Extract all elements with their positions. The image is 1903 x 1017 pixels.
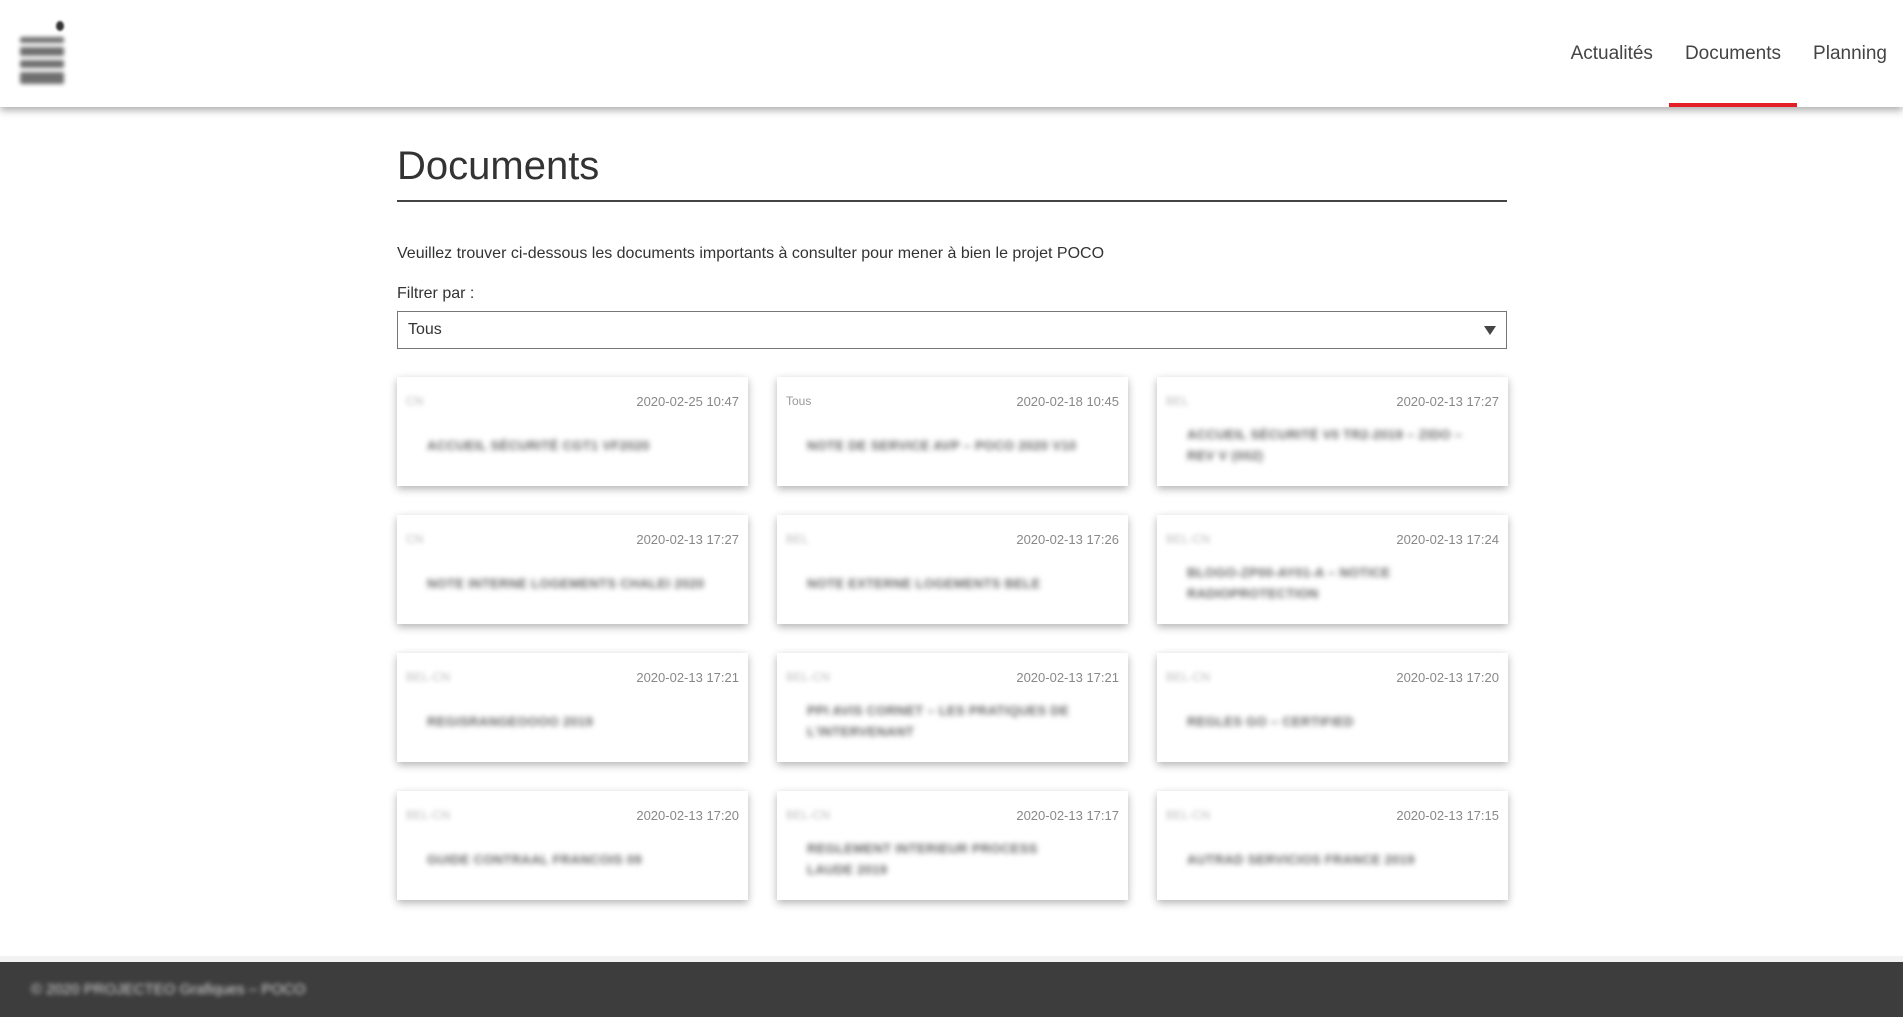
site-header: Actualités Documents Planning [0, 0, 1903, 107]
document-title[interactable]: ACCUEIL SÉCURITÉ V0 TR2-2019 – ZIDO – RE… [1187, 421, 1467, 469]
document-date: 2020-02-13 17:27 [636, 532, 739, 547]
document-date: 2020-02-13 17:24 [1396, 532, 1499, 547]
document-category: BEL-CN [1166, 670, 1211, 684]
document-card[interactable]: BEL-CN 2020-02-13 17:17 REGLEMENT INTERI… [777, 791, 1128, 900]
document-title[interactable]: NOTE DE SERVICE AVP – POCO 2020 V10 [807, 421, 1087, 469]
document-title[interactable]: REGLEMENT INTERIEUR PROCESS LAUDE 2019 [807, 835, 1087, 883]
filter-select[interactable]: Tous [397, 311, 1507, 349]
filter-selected-value: Tous [408, 321, 442, 338]
document-category: Tous [786, 394, 812, 408]
document-category: BEL-CN [406, 808, 451, 822]
document-category: BEL-CN [1166, 532, 1211, 546]
document-category: BEL [1166, 394, 1189, 408]
document-card[interactable]: BEL-CN 2020-02-13 17:21 PPI AVIS CORNET … [777, 653, 1128, 762]
document-date: 2020-02-13 17:21 [1016, 670, 1119, 685]
document-card[interactable]: CN 2020-02-13 17:27 NOTE INTERNE LOGEMEN… [397, 515, 748, 624]
document-title[interactable]: REGISRANGEOOOO 2019 [427, 697, 707, 745]
document-date: 2020-02-18 10:45 [1016, 394, 1119, 409]
document-card[interactable]: BEL 2020-02-13 17:26 NOTE EXTERNE LOGEME… [777, 515, 1128, 624]
document-title[interactable]: BLOGO-ZP00-AY01-A – NOTICE RADIOPROTECTI… [1187, 559, 1467, 607]
document-title[interactable]: REGLES GO – CERTIFIED [1187, 697, 1467, 745]
document-date: 2020-02-25 10:47 [636, 394, 739, 409]
footer-copyright: © 2020 PROJECTEO Grafiques – POCO [31, 981, 306, 998]
nav-item-planning[interactable]: Planning [1797, 0, 1903, 107]
document-title[interactable]: PPI AVIS CORNET – LES PRATIQUES DE L'INT… [807, 697, 1087, 745]
document-title[interactable]: NOTE INTERNE LOGEMENTS CHALEI 2020 [427, 559, 707, 607]
main-content: Documents Veuillez trouver ci-dessous le… [397, 107, 1508, 900]
document-category: BEL-CN [1166, 808, 1211, 822]
document-category: BEL-CN [406, 670, 451, 684]
document-category: BEL-CN [786, 670, 831, 684]
site-footer: © 2020 PROJECTEO Grafiques – POCO [0, 962, 1903, 1017]
nav-item-documents[interactable]: Documents [1668, 0, 1798, 107]
document-date: 2020-02-13 17:21 [636, 670, 739, 685]
document-grid: CN 2020-02-25 10:47 ACCUEIL SÉCURITÉ CGT… [397, 377, 1508, 900]
main-nav: Actualités Documents Planning [1555, 0, 1903, 107]
document-card[interactable]: CN 2020-02-25 10:47 ACCUEIL SÉCURITÉ CGT… [397, 377, 748, 486]
document-card[interactable]: BEL-CN 2020-02-13 17:20 GUIDE CONTRAAL F… [397, 791, 748, 900]
document-date: 2020-02-13 17:17 [1016, 808, 1119, 823]
chevron-down-icon [1484, 326, 1496, 335]
document-card[interactable]: BEL-CN 2020-02-13 17:20 REGLES GO – CERT… [1157, 653, 1508, 762]
document-date: 2020-02-13 17:20 [636, 808, 739, 823]
document-title[interactable]: AUTRAD SERVICIOS FRANCE 2019 [1187, 835, 1467, 883]
document-card[interactable]: BEL 2020-02-13 17:27 ACCUEIL SÉCURITÉ V0… [1157, 377, 1508, 486]
document-card[interactable]: Tous 2020-02-18 10:45 NOTE DE SERVICE AV… [777, 377, 1128, 486]
document-title[interactable]: GUIDE CONTRAAL FRANCOIS 09 [427, 835, 707, 883]
site-logo[interactable] [18, 17, 68, 92]
nav-item-actualites[interactable]: Actualités [1555, 0, 1669, 107]
intro-text: Veuillez trouver ci-dessous les document… [397, 245, 1105, 262]
title-divider [397, 200, 1507, 202]
document-title[interactable]: ACCUEIL SÉCURITÉ CGT1 VF2020 [427, 421, 707, 469]
document-category: BEL [786, 532, 809, 546]
logo-mark [56, 21, 64, 31]
document-date: 2020-02-13 17:27 [1396, 394, 1499, 409]
document-date: 2020-02-13 17:26 [1016, 532, 1119, 547]
document-card[interactable]: BEL-CN 2020-02-13 17:24 BLOGO-ZP00-AY01-… [1157, 515, 1508, 624]
document-category: CN [406, 532, 424, 546]
document-card[interactable]: BEL-CN 2020-02-13 17:15 AUTRAD SERVICIOS… [1157, 791, 1508, 900]
document-category: BEL-CN [786, 808, 831, 822]
page-title: Documents [397, 144, 600, 188]
filter-label: Filtrer par : [397, 285, 475, 302]
document-card[interactable]: BEL-CN 2020-02-13 17:21 REGISRANGEOOOO 2… [397, 653, 748, 762]
document-title[interactable]: NOTE EXTERNE LOGEMENTS BELE [807, 559, 1087, 607]
document-date: 2020-02-13 17:15 [1396, 808, 1499, 823]
document-date: 2020-02-13 17:20 [1396, 670, 1499, 685]
document-category: CN [406, 394, 424, 408]
